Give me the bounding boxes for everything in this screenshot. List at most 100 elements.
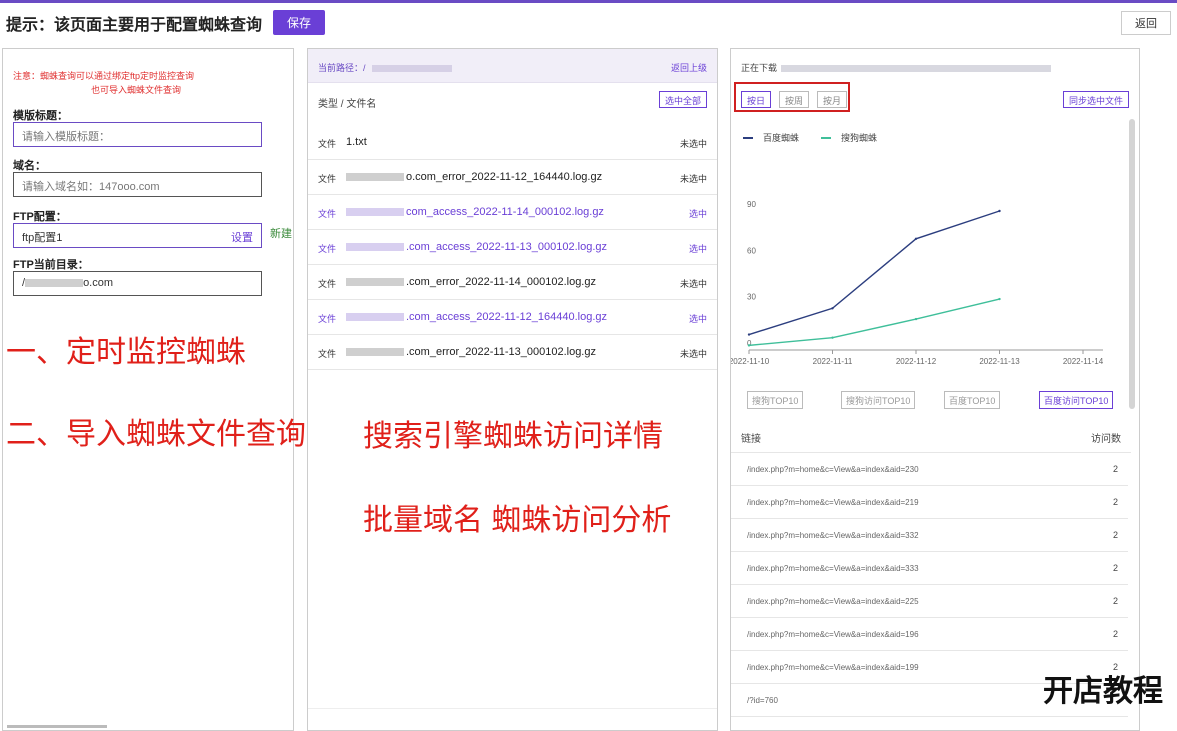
file-panel-footer bbox=[308, 708, 717, 730]
select-all-button[interactable]: 选中全部 bbox=[658, 91, 707, 108]
ftp-config-label: FTP配置： bbox=[13, 211, 67, 223]
file-type: 文件 bbox=[318, 139, 337, 149]
ftp-dir-input[interactable]: / o.com bbox=[13, 271, 262, 296]
table-row[interactable]: /index.php?m=home&c=View&a=index&aid=230… bbox=[731, 453, 1128, 486]
notice-text: 注意：蜘蛛查询可以通过绑定ftp定时监控查询 也可导入蜘蛛文件查询 bbox=[13, 69, 194, 97]
top10-button[interactable]: 搜狗访问TOP10 bbox=[841, 391, 916, 409]
file-name: .com_access_2022-11-12_164440.log.gz bbox=[346, 311, 607, 323]
row-link[interactable]: /index.php?m=home&c=View&a=index&aid=196 bbox=[747, 630, 919, 639]
legend-label: 搜狗蜘蛛 bbox=[841, 133, 878, 143]
template-title-input[interactable]: 请输入模版标题： bbox=[13, 122, 262, 147]
legend-item[interactable]: 搜狗蜘蛛 bbox=[821, 131, 877, 144]
file-row[interactable]: 文件 com_access_2022-11-14_000102.log.gz 选中 bbox=[308, 195, 717, 230]
file-row[interactable]: 文件 1.txt 未选中 bbox=[308, 125, 717, 160]
y-tick-label: 90 bbox=[747, 200, 756, 209]
back-button[interactable]: 返回 bbox=[1121, 11, 1171, 35]
range-button[interactable]: 按日 bbox=[741, 91, 772, 108]
sync-selected-button[interactable]: 同步选中文件 bbox=[1062, 91, 1129, 108]
file-type: 文件 bbox=[318, 279, 337, 289]
row-count: 2 bbox=[1112, 629, 1118, 639]
top10-button[interactable]: 百度访问TOP10 bbox=[1039, 391, 1114, 409]
data-point bbox=[831, 336, 834, 339]
file-row[interactable]: 文件 .com_error_2022-11-14_000102.log.gz 未选中 bbox=[308, 265, 717, 300]
file-name: com_access_2022-11-14_000102.log.gz bbox=[346, 206, 604, 218]
legend-swatch bbox=[821, 136, 832, 139]
file-select-state[interactable]: 未选中 bbox=[680, 137, 707, 150]
blurred-text bbox=[346, 313, 404, 322]
table-header: 链接 访问数 bbox=[731, 421, 1131, 453]
series-line bbox=[748, 210, 1000, 336]
data-point bbox=[914, 237, 918, 240]
annotation-4: 批量域名 蜘蛛访问分析 bbox=[363, 504, 672, 537]
table-row[interactable]: /index.php?m=home&c=View&a=index&aid=219… bbox=[731, 486, 1128, 519]
annotation-3: 搜索引擎蜘蛛访问详情 bbox=[363, 420, 663, 453]
row-count: 2 bbox=[1112, 530, 1118, 540]
file-row[interactable]: 文件 .com_access_2022-11-13_000102.log.gz 选中 bbox=[308, 230, 717, 265]
go-up-link[interactable]: 返回上级 bbox=[671, 61, 707, 74]
row-link[interactable]: /index.php?m=home&c=View&a=index&aid=199 bbox=[747, 663, 919, 672]
row-link[interactable]: /index.php?m=home&c=View&a=index&aid=219 bbox=[747, 498, 919, 507]
row-link[interactable]: /index.php?m=home&c=View&a=index&aid=333 bbox=[747, 564, 919, 573]
file-type: 文件 bbox=[318, 349, 337, 359]
ftp-config-value: ftp配置1 bbox=[22, 232, 63, 244]
file-name-text: .com_access_2022-11-13_000102.log.gz bbox=[406, 241, 607, 253]
file-row[interactable]: 文件 .com_error_2022-11-13_000102.log.gz 未选中 bbox=[308, 335, 717, 370]
table-row[interactable]: /index.php?m=home&c=View&a=index&aid=225… bbox=[731, 585, 1128, 618]
file-type: 文件 bbox=[318, 244, 337, 254]
x-tick-label: 2022-11-11 bbox=[813, 357, 853, 366]
top10-button[interactable]: 搜狗TOP10 bbox=[747, 391, 804, 409]
table-row[interactable]: /index.php?m=home&c=View&a=index&aid=333… bbox=[731, 552, 1128, 585]
path-bar: 当前路径：/ 返回上级 bbox=[308, 49, 717, 83]
row-count: 2 bbox=[1112, 497, 1118, 507]
ftp-dir-label: FTP当前目录： bbox=[13, 259, 89, 271]
domain-input[interactable]: 请输入域名如：147ooo.com bbox=[13, 172, 262, 197]
file-name-text: .com_access_2022-11-12_164440.log.gz bbox=[406, 311, 607, 323]
horizontal-scrollbar[interactable] bbox=[7, 725, 107, 728]
top10-button[interactable]: 百度TOP10 bbox=[944, 391, 1001, 409]
ftp-config-select[interactable]: ftp配置1 设置 bbox=[13, 223, 262, 248]
table-row[interactable]: /index.php?m=home&c=View&a=index&aid=332… bbox=[731, 519, 1128, 552]
file-row[interactable]: 文件 .com_access_2022-11-12_164440.log.gz 选中 bbox=[308, 300, 717, 335]
download-status-label: 正在下载 bbox=[741, 63, 778, 73]
data-point bbox=[747, 344, 751, 347]
legend-label: 百度蜘蛛 bbox=[763, 133, 800, 143]
file-name: 1.txt bbox=[346, 136, 367, 148]
current-path: 当前路径：/ bbox=[318, 61, 452, 74]
row-link[interactable]: /index.php?m=home&c=View&a=index&aid=230 bbox=[747, 465, 919, 474]
blurred-text bbox=[371, 65, 452, 73]
ftp-new-link[interactable]: 新建 bbox=[270, 225, 292, 241]
ftp-set-link[interactable]: 设置 bbox=[231, 229, 253, 245]
blurred-text bbox=[781, 65, 1052, 73]
file-column-header: 类型 / 文件名 bbox=[318, 99, 377, 110]
x-tick-label: 2022-11-10 bbox=[731, 357, 770, 366]
domain-label: 域名： bbox=[13, 160, 46, 172]
legend-item[interactable]: 百度蜘蛛 bbox=[743, 131, 799, 144]
file-select-state[interactable]: 选中 bbox=[689, 312, 707, 325]
table-header-link: 链接 bbox=[741, 434, 761, 445]
table-row[interactable]: /index.php?m=home&c=View&a=index&aid=196… bbox=[731, 618, 1128, 651]
range-button[interactable]: 按月 bbox=[817, 91, 848, 108]
file-select-state[interactable]: 选中 bbox=[689, 207, 707, 220]
blurred-text bbox=[346, 173, 404, 182]
chart-legend: 百度蜘蛛 搜狗蜘蛛 bbox=[743, 131, 877, 144]
file-select-state[interactable]: 选中 bbox=[689, 242, 707, 255]
table-header-count: 访问数 bbox=[1091, 434, 1121, 445]
file-name-text: 1.txt bbox=[346, 136, 367, 148]
notice-line-2: 也可导入蜘蛛文件查询 bbox=[91, 85, 182, 95]
current-path-value: / bbox=[363, 63, 366, 73]
save-button[interactable]: 保存 bbox=[273, 10, 325, 35]
download-status: 正在下载 bbox=[741, 61, 1052, 74]
data-point bbox=[998, 297, 1001, 301]
row-link[interactable]: /index.php?m=home&c=View&a=index&aid=332 bbox=[747, 531, 919, 540]
file-select-state[interactable]: 未选中 bbox=[680, 172, 707, 185]
data-point bbox=[747, 333, 751, 336]
row-link[interactable]: /index.php?m=home&c=View&a=index&aid=225 bbox=[747, 597, 919, 606]
blurred-text bbox=[346, 348, 404, 357]
file-select-state[interactable]: 未选中 bbox=[680, 347, 707, 360]
range-button[interactable]: 按周 bbox=[779, 91, 810, 108]
blurred-text bbox=[346, 208, 404, 217]
file-panel: 当前路径：/ 返回上级 类型 / 文件名 选中全部 文件 1.txt 未选中 文件 o.… bbox=[307, 48, 718, 731]
file-row[interactable]: 文件 o.com_error_2022-11-12_164440.log.gz 未选… bbox=[308, 160, 717, 195]
file-select-state[interactable]: 未选中 bbox=[680, 277, 707, 290]
row-link[interactable]: /?id=760 bbox=[747, 696, 778, 705]
